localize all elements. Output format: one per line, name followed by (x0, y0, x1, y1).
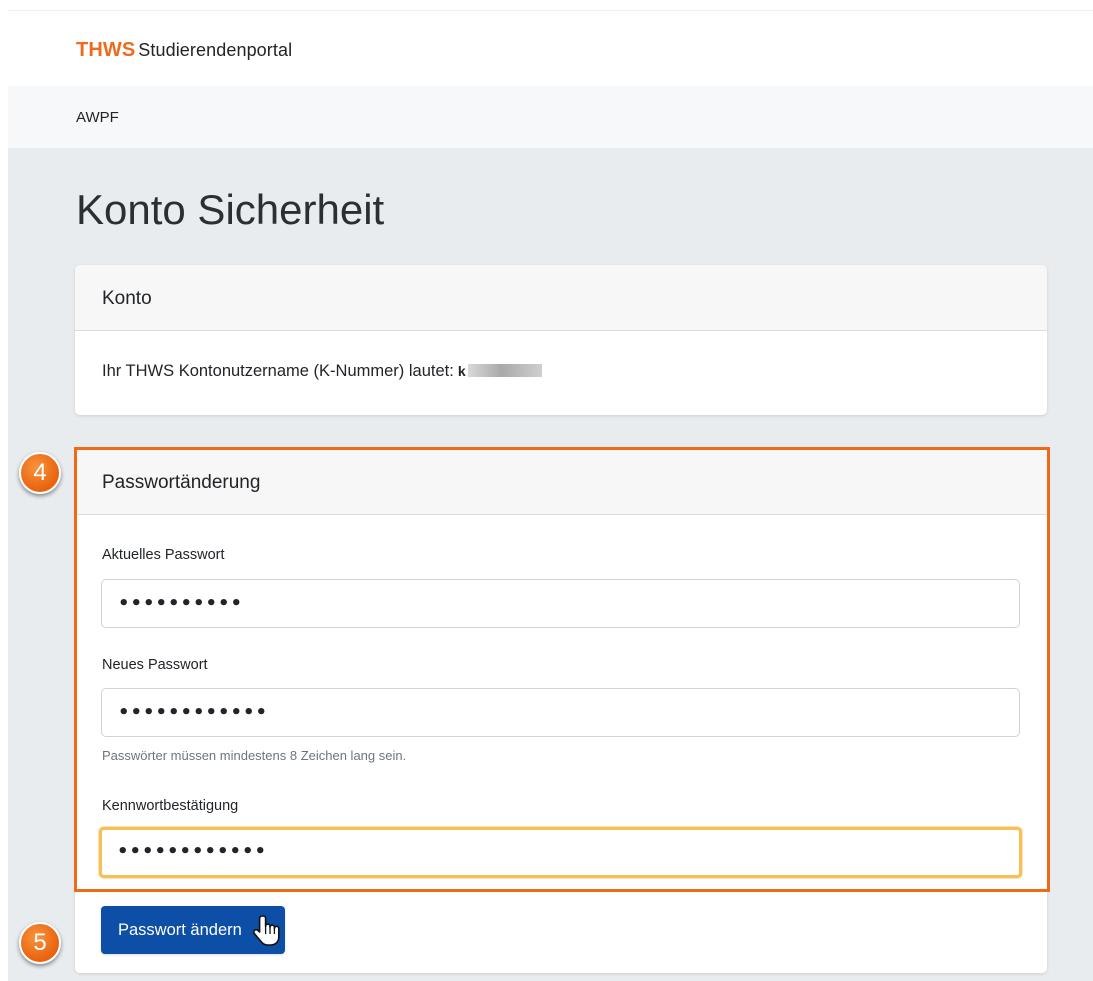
main-content: Konto Sicherheit Konto Ihr THWS Kontonut… (8, 148, 1093, 981)
current-password-label: Aktuelles Passwort (102, 547, 225, 563)
password-change-card: Passwortänderung Aktuelles Passwort ••••… (75, 449, 1047, 973)
new-password-input[interactable]: •••••••••••• (101, 688, 1020, 737)
brand-link[interactable]: THWS Studierendenportal (76, 39, 292, 62)
redacted-username (467, 364, 542, 377)
step-5-badge: 5 (19, 922, 61, 964)
new-password-label: Neues Passwort (102, 657, 208, 673)
account-card-title: Konto (75, 265, 1047, 331)
confirm-password-label: Kennwortbestätigung (102, 798, 239, 814)
account-username-label: Ihr THWS Kontonutzername (K-Nummer) laut… (102, 362, 454, 380)
top-navbar: THWS Studierendenportal (8, 10, 1093, 86)
password-card-title: Passwortänderung (75, 449, 1047, 515)
confirm-password-input[interactable]: •••••••••••• (99, 827, 1022, 878)
brand-portal-name: Studierendenportal (138, 40, 293, 60)
sub-navigation: AWPF (8, 86, 1093, 148)
account-card: Konto Ihr THWS Kontonutzername (K-Nummer… (75, 265, 1047, 415)
account-username-prefix: k (457, 363, 466, 379)
password-hint: Passwörter müssen mindestens 8 Zeichen l… (102, 748, 407, 763)
subnav-item-awpf[interactable]: AWPF (76, 109, 119, 126)
current-password-input[interactable]: •••••••••• (101, 579, 1020, 628)
page-title: Konto Sicherheit (76, 186, 385, 233)
hand-cursor-icon (252, 915, 280, 946)
step-4-badge: 4 (19, 452, 61, 494)
account-username-text: Ihr THWS Kontonutzername (K-Nummer) laut… (102, 362, 542, 381)
brand-logo: THWS (76, 39, 136, 61)
